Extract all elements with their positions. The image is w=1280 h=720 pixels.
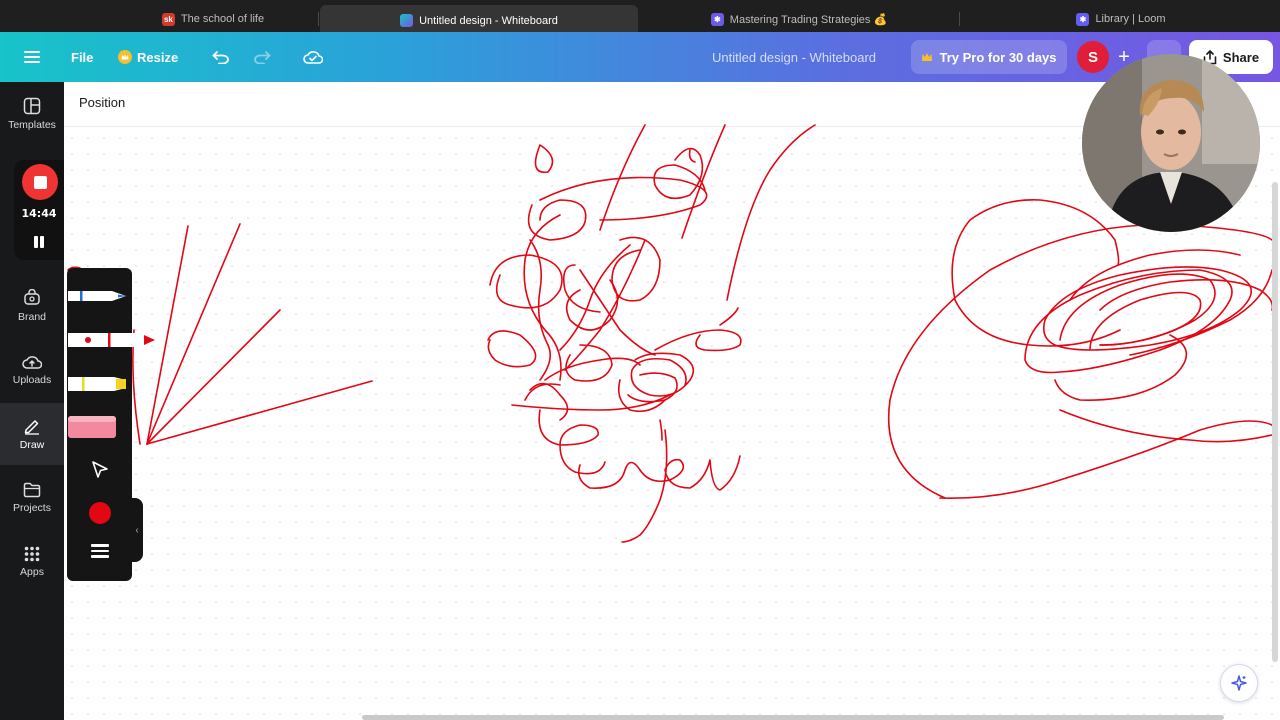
stroke-color-swatch[interactable]	[89, 502, 111, 524]
pause-recording-button[interactable]	[33, 236, 45, 248]
sparkle-icon	[1231, 675, 1247, 691]
marker-tool[interactable]	[68, 326, 155, 356]
presenter-video-frame	[1082, 54, 1260, 232]
stroke-settings-icon[interactable]	[91, 544, 109, 558]
select-tool[interactable]	[90, 460, 110, 480]
vertical-scrollbar[interactable]	[1272, 182, 1278, 662]
marker-icon	[68, 333, 155, 347]
webcam-bubble[interactable]	[1082, 54, 1260, 232]
pen-tool[interactable]	[68, 282, 132, 312]
highlighter-icon	[68, 377, 126, 391]
cursor-icon	[92, 461, 108, 478]
pen-icon	[68, 291, 126, 301]
right-ellipses-drawing	[887, 199, 1274, 499]
stop-recording-button[interactable]	[22, 164, 58, 200]
magic-assistant-button[interactable]	[1220, 664, 1258, 702]
recording-timer: 14:44	[21, 207, 57, 220]
highlighter-tool[interactable]	[68, 370, 132, 400]
horizontal-scrollbar[interactable]	[362, 715, 1224, 720]
center-scribble-drawing	[487, 124, 816, 543]
eraser-icon	[68, 416, 116, 438]
collapse-toolbar-icon[interactable]: ‹	[131, 498, 143, 562]
eraser-tool[interactable]	[68, 414, 132, 440]
